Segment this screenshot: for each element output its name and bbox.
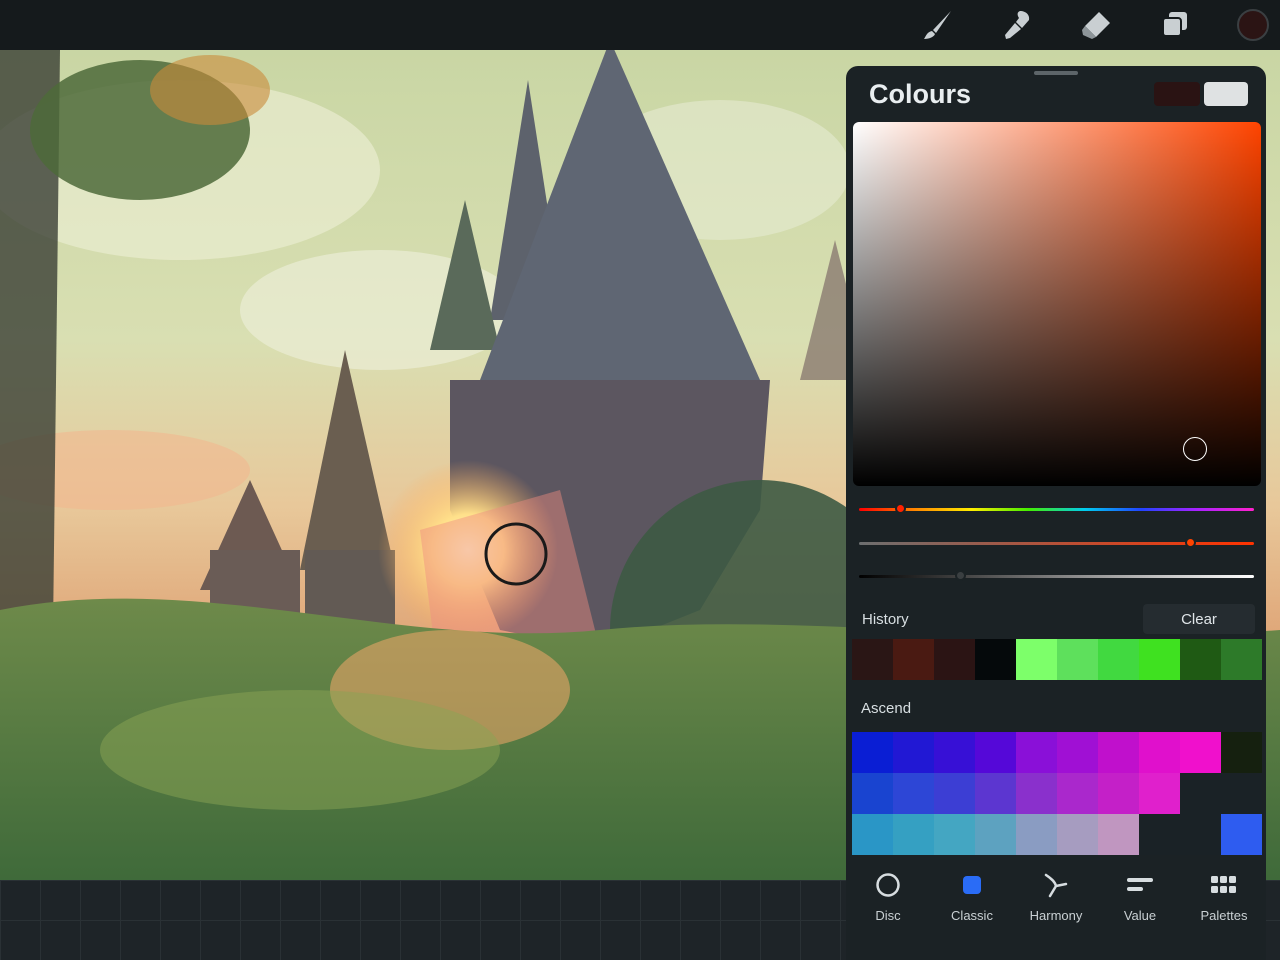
- palette-swatch[interactable]: [1016, 732, 1057, 773]
- colour-picker-cursor[interactable]: [1183, 437, 1207, 461]
- tab-value[interactable]: Value: [1098, 856, 1182, 926]
- tab-classic[interactable]: Classic: [930, 856, 1014, 926]
- palette-swatch[interactable]: [893, 732, 934, 773]
- hue-slider-knob[interactable]: [895, 503, 906, 514]
- palette-swatch[interactable]: [1016, 814, 1057, 855]
- current-colour-swatch[interactable]: [1237, 9, 1269, 41]
- panel-grabber[interactable]: [1034, 71, 1078, 75]
- eraser-icon[interactable]: [1076, 5, 1116, 45]
- palette-swatch[interactable]: [1221, 773, 1262, 814]
- secondary-colour-swatch[interactable]: [1204, 82, 1248, 106]
- history-swatch[interactable]: [1016, 639, 1057, 680]
- palette-swatch[interactable]: [852, 732, 893, 773]
- palette-label: Ascend: [861, 700, 912, 717]
- palette-swatch[interactable]: [1057, 773, 1098, 814]
- primary-colour-swatch[interactable]: [1154, 82, 1200, 106]
- tab-label: Disc: [875, 908, 901, 923]
- palette-swatch[interactable]: [1098, 814, 1139, 855]
- tab-palettes[interactable]: Palettes: [1182, 856, 1266, 926]
- palette-swatch[interactable]: [975, 773, 1016, 814]
- brush-icon[interactable]: [918, 5, 958, 45]
- history-swatches: [852, 639, 1262, 680]
- palette-swatch[interactable]: [1180, 732, 1221, 773]
- history-swatch[interactable]: [1057, 639, 1098, 680]
- hue-slider[interactable]: [859, 508, 1254, 511]
- colour-swatch-icon[interactable]: [1232, 4, 1274, 46]
- disc-icon: [876, 873, 900, 897]
- history-swatch[interactable]: [934, 639, 975, 680]
- smudge-icon[interactable]: [997, 5, 1037, 45]
- classic-icon: [963, 876, 981, 894]
- history-swatch[interactable]: [1139, 639, 1180, 680]
- history-swatch[interactable]: [975, 639, 1016, 680]
- history-label: History: [862, 611, 909, 628]
- palette-swatch[interactable]: [1180, 814, 1221, 855]
- palette-swatch[interactable]: [1016, 773, 1057, 814]
- palette-row: [852, 732, 1262, 773]
- palette-swatch[interactable]: [893, 814, 934, 855]
- history-swatch[interactable]: [1098, 639, 1139, 680]
- layers-icon[interactable]: [1155, 5, 1195, 45]
- tab-label: Classic: [951, 908, 993, 923]
- palette-swatch[interactable]: [1098, 732, 1139, 773]
- palette-swatch[interactable]: [1057, 732, 1098, 773]
- palette-swatch[interactable]: [852, 814, 893, 855]
- clear-history-button[interactable]: Clear: [1143, 604, 1255, 634]
- tab-label: Harmony: [1029, 908, 1083, 923]
- tab-disc[interactable]: Disc: [846, 856, 930, 926]
- tab-label: Palettes: [1200, 908, 1248, 923]
- panel-title: Colours: [869, 79, 972, 109]
- brightness-slider-knob[interactable]: [955, 570, 966, 581]
- value-icon: [1127, 878, 1153, 891]
- palette-swatch[interactable]: [1180, 773, 1221, 814]
- history-swatch[interactable]: [1221, 639, 1262, 680]
- palette-swatch[interactable]: [1057, 814, 1098, 855]
- palette-swatch[interactable]: [1139, 814, 1180, 855]
- palette-swatch[interactable]: [852, 773, 893, 814]
- palette-swatch[interactable]: [975, 814, 1016, 855]
- palette-swatch[interactable]: [1139, 732, 1180, 773]
- brightness-slider[interactable]: [859, 575, 1254, 578]
- colours-panel: Colours History Clear Ascend Disc Classi…: [846, 66, 1266, 960]
- palette-swatch[interactable]: [934, 732, 975, 773]
- tab-harmony[interactable]: Harmony: [1014, 856, 1098, 926]
- top-toolbar: [0, 0, 1280, 50]
- palette-swatch[interactable]: [934, 814, 975, 855]
- harmony-icon: [1044, 873, 1068, 898]
- saturation-brightness-picker[interactable]: [853, 122, 1261, 486]
- palette-swatch[interactable]: [1221, 814, 1262, 855]
- history-swatch[interactable]: [893, 639, 934, 680]
- palette-row: [852, 814, 1262, 855]
- saturation-slider-knob[interactable]: [1185, 537, 1196, 548]
- palettes-icon: [1211, 876, 1236, 893]
- colour-mode-tabbar: Disc Classic Harmony Value Palettes: [846, 856, 1266, 960]
- history-swatch[interactable]: [852, 639, 893, 680]
- palette-swatch[interactable]: [1221, 732, 1262, 773]
- history-swatch[interactable]: [1180, 639, 1221, 680]
- palette-swatch[interactable]: [975, 732, 1016, 773]
- palette-swatch[interactable]: [1098, 773, 1139, 814]
- palette-swatch[interactable]: [934, 773, 975, 814]
- tab-label: Value: [1123, 908, 1157, 923]
- palette-swatch[interactable]: [1139, 773, 1180, 814]
- palette-swatch[interactable]: [893, 773, 934, 814]
- palette-row: [852, 773, 1262, 814]
